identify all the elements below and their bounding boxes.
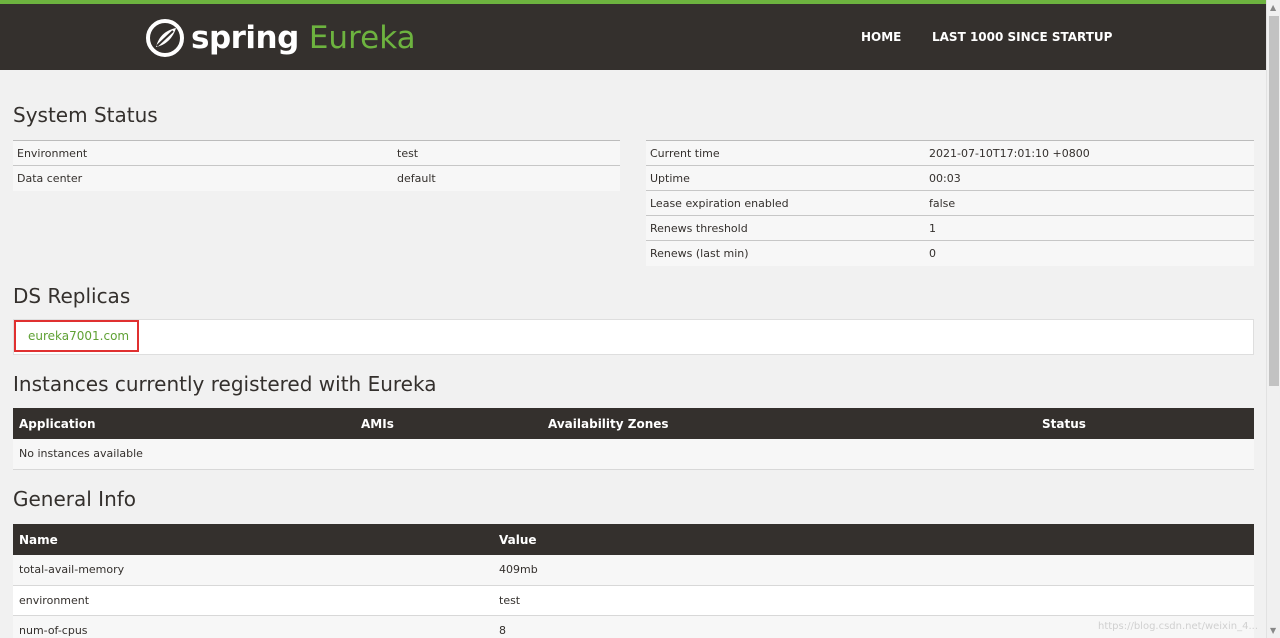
table-row: Uptime 00:03: [646, 165, 1254, 191]
info-name: total-avail-memory: [13, 555, 493, 586]
general-info-table: Name Value total-avail-memory 409mb envi…: [13, 524, 1254, 638]
col-name: Name: [13, 524, 493, 555]
top-navbar: spring Eureka HOME LAST 1000 SINCE START…: [0, 0, 1266, 70]
col-amis: AMIs: [355, 408, 542, 439]
status-key: Data center: [13, 165, 393, 191]
system-status-right-table: Current time 2021-07-10T17:01:10 +0800 U…: [646, 140, 1254, 266]
table-row: Data center default: [13, 165, 620, 191]
status-value: false: [925, 190, 1254, 216]
spring-eureka-logo[interactable]: spring Eureka: [145, 14, 416, 62]
status-key: Renews threshold: [646, 215, 925, 241]
status-value: default: [393, 165, 620, 191]
table-row: Lease expiration enabled false: [646, 190, 1254, 216]
system-status-left-table: Environment test Data center default: [13, 140, 620, 191]
status-value: 00:03: [925, 165, 1254, 191]
scroll-down-icon[interactable]: ▼: [1270, 626, 1276, 635]
status-value: 0: [925, 240, 1254, 266]
vertical-scrollbar[interactable]: ▲ ▼: [1266, 0, 1280, 638]
system-status-heading: System Status: [13, 103, 158, 127]
col-status: Status: [1036, 408, 1254, 439]
status-key: Current time: [646, 140, 925, 166]
table-row: Current time 2021-07-10T17:01:10 +0800: [646, 140, 1254, 166]
status-key: Renews (last min): [646, 240, 925, 266]
info-value: test: [493, 585, 1254, 616]
table-row: Renews (last min) 0: [646, 240, 1254, 266]
scroll-up-icon[interactable]: ▲: [1270, 3, 1276, 12]
instances-table: Application AMIs Availability Zones Stat…: [13, 408, 1254, 470]
nav-home-link[interactable]: HOME: [861, 30, 901, 44]
scrollbar-thumb[interactable]: [1269, 16, 1279, 386]
table-row: No instances available: [13, 439, 1254, 470]
status-key: Uptime: [646, 165, 925, 191]
spring-leaf-icon: [146, 19, 184, 57]
table-header-row: Name Value: [13, 524, 1254, 555]
col-application: Application: [13, 408, 355, 439]
status-value: 1: [925, 215, 1254, 241]
info-name: num-of-cpus: [13, 615, 493, 638]
table-row: Renews threshold 1: [646, 215, 1254, 241]
table-row: Environment test: [13, 140, 620, 166]
no-instances-text: No instances available: [13, 439, 1254, 470]
status-key: Environment: [13, 140, 393, 166]
status-value: 2021-07-10T17:01:10 +0800: [925, 140, 1254, 166]
replica-link-eureka7001[interactable]: eureka7001.com: [14, 320, 139, 352]
status-key: Lease expiration enabled: [646, 190, 925, 216]
table-row: total-avail-memory 409mb: [13, 555, 1254, 586]
col-value: Value: [493, 524, 1254, 555]
instances-heading: Instances currently registered with Eure…: [13, 372, 437, 396]
watermark-text: https://blog.csdn.net/weixin_4...: [1097, 621, 1258, 632]
table-header-row: Application AMIs Availability Zones Stat…: [13, 408, 1254, 439]
ds-replicas-heading: DS Replicas: [13, 284, 131, 308]
col-availability-zones: Availability Zones: [542, 408, 1036, 439]
logo-eureka-text: Eureka: [308, 20, 416, 56]
general-info-heading: General Info: [13, 487, 137, 511]
info-name: environment: [13, 585, 493, 616]
ds-replicas-list: eureka7001.com: [13, 319, 1254, 355]
nav-last-1000-link[interactable]: LAST 1000 SINCE STARTUP: [932, 30, 1112, 44]
logo-spring-text: spring: [191, 20, 299, 56]
table-row: num-of-cpus 8: [13, 615, 1254, 638]
status-value: test: [393, 140, 620, 166]
table-row: environment test: [13, 585, 1254, 616]
info-value: 409mb: [493, 555, 1254, 586]
